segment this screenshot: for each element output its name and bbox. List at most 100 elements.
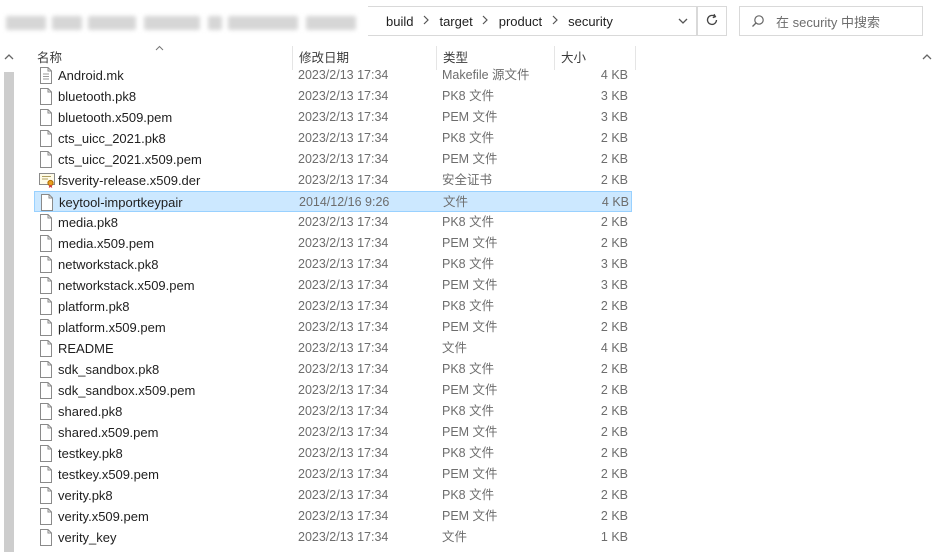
file-type: 文件 [442,341,468,355]
file-modified-date: 2023/2/13 17:34 [298,89,389,103]
table-row[interactable]: cts_uicc_2021.pk8 2023/2/13 17:34 PK8 文件 2 … [34,128,632,149]
table-row[interactable]: README 2023/2/13 17:34 文件 4 KB [34,338,632,359]
file-icon [39,319,55,336]
file-modified-date: 2023/2/13 17:34 [298,341,389,355]
table-row[interactable]: verity.pk8 2023/2/13 17:34 PK8 文件 2 KB [34,485,632,506]
table-row[interactable]: fsverity-release.x509.der 2023/2/13 17:34… [34,170,632,191]
file-size: 3 KB [600,110,628,124]
file-name: shared.pk8 [58,404,123,419]
file-modified-date: 2023/2/13 17:34 [298,299,389,313]
file-type: 安全证书 [442,173,493,187]
table-row[interactable]: bluetooth.pk8 2023/2/13 17:34 PK8 文件 3 KB [34,86,632,107]
file-list-scrollbar[interactable] [918,44,935,552]
file-icon [39,529,55,546]
file-modified-date: 2023/2/13 17:34 [298,131,389,145]
breadcrumb-target[interactable]: target [437,14,474,29]
navigation-pane-scrollbar[interactable] [0,44,18,552]
table-row[interactable]: Android.mk 2023/2/13 17:34 Makefile 源文件 4 K… [34,65,632,86]
file-type: PEM 文件 [442,383,498,397]
table-row[interactable]: sdk_sandbox.x509.pem 2023/2/13 17:34 PEM 文… [34,380,632,401]
navigation-bar: build target product security 在 security… [0,0,935,42]
table-row[interactable]: media.x509.pem 2023/2/13 17:34 PEM 文件 2 KB [34,233,632,254]
file-size: 2 KB [600,467,628,481]
breadcrumb: build target product security [384,7,615,35]
file-type: PK8 文件 [442,299,495,313]
file-icon [39,214,55,231]
chevron-right-icon[interactable] [415,14,437,28]
address-history-button[interactable] [670,7,696,35]
file-type: PEM 文件 [442,467,498,481]
table-row[interactable]: shared.pk8 2023/2/13 17:34 PK8 文件 2 KB [34,401,632,422]
file-name: media.x509.pem [58,236,155,251]
file-type: PK8 文件 [442,131,495,145]
file-modified-date: 2023/2/13 17:34 [298,215,389,229]
file-size: 2 KB [600,152,628,166]
file-name: testkey.pk8 [58,446,123,461]
search-input[interactable]: 在 security 中搜索 [739,6,923,36]
file-size: 2 KB [600,488,628,502]
breadcrumb-security[interactable]: security [566,14,615,29]
chevron-right-icon[interactable] [475,14,497,28]
table-row[interactable]: verity.x509.pem 2023/2/13 17:34 PEM 文件 2 KB [34,506,632,527]
file-type: Makefile 源文件 [442,68,530,82]
breadcrumb-build[interactable]: build [384,14,415,29]
file-type: PEM 文件 [442,236,498,250]
file-icon [39,88,55,105]
breadcrumb-product[interactable]: product [497,14,544,29]
file-name: fsverity-release.x509.der [58,173,201,188]
table-row[interactable]: platform.pk8 2023/2/13 17:34 PK8 文件 2 KB [34,296,632,317]
file-size: 2 KB [600,404,628,418]
file-icon [39,466,55,483]
file-icon [40,194,56,211]
table-row[interactable]: media.pk8 2023/2/13 17:34 PK8 文件 2 KB [34,212,632,233]
file-type: PEM 文件 [442,278,498,292]
file-modified-date: 2014/12/16 9:26 [299,195,390,209]
refresh-icon [705,13,719,30]
table-row[interactable]: networkstack.x509.pem 2023/2/13 17:34 PEM … [34,275,632,296]
file-type: PK8 文件 [442,488,495,502]
file-modified-date: 2023/2/13 17:34 [298,509,389,523]
file-name: testkey.x509.pem [58,467,159,482]
column-divider[interactable] [635,46,636,70]
file-size: 4 KB [600,68,628,82]
file-icon [39,340,55,357]
file-size: 2 KB [600,362,628,376]
address-bar[interactable]: build target product security [368,6,697,36]
file-name: media.pk8 [58,215,118,230]
file-size: 4 KB [601,195,629,209]
scrollbar-thumb[interactable] [4,72,14,552]
refresh-button[interactable] [697,6,727,36]
file-modified-date: 2023/2/13 17:34 [298,68,389,82]
file-icon [39,256,55,273]
file-modified-date: 2023/2/13 17:34 [298,362,389,376]
file-icon [39,277,55,294]
scroll-up-arrow-icon[interactable] [4,49,14,63]
table-row[interactable]: verity_key 2023/2/13 17:34 文件 1 KB [34,527,632,548]
file-type: PK8 文件 [442,257,495,271]
file-name: verity.pk8 [58,488,113,503]
table-row-selected[interactable]: keytool-importkeypair 2014/12/16 9:26 文件 4 … [34,191,632,212]
file-size: 4 KB [600,341,628,355]
file-size: 3 KB [600,278,628,292]
file-type: 文件 [443,195,469,209]
scroll-up-arrow-icon[interactable] [922,49,932,63]
table-row[interactable]: bluetooth.x509.pem 2023/2/13 17:34 PEM 文件 3… [34,107,632,128]
table-row[interactable]: sdk_sandbox.pk8 2023/2/13 17:34 PK8 文件 2 KB [34,359,632,380]
file-type: PK8 文件 [442,362,495,376]
file-type: PK8 文件 [442,404,495,418]
file-name: sdk_sandbox.pk8 [58,362,160,377]
chevron-right-icon[interactable] [544,14,566,28]
file-name: networkstack.x509.pem [58,278,195,293]
table-row[interactable]: platform.x509.pem 2023/2/13 17:34 PEM 文件 2 … [34,317,632,338]
file-modified-date: 2023/2/13 17:34 [298,278,389,292]
file-name: README [58,341,114,356]
table-row[interactable]: cts_uicc_2021.x509.pem 2023/2/13 17:34 PEM… [34,149,632,170]
table-row[interactable]: networkstack.pk8 2023/2/13 17:34 PK8 文件 3 K… [34,254,632,275]
file-type: PEM 文件 [442,152,498,166]
file-size: 3 KB [600,257,628,271]
certificate-icon [39,172,55,189]
table-row[interactable]: shared.x509.pem 2023/2/13 17:34 PEM 文件 2 KB [34,422,632,443]
table-row[interactable]: testkey.x509.pem 2023/2/13 17:34 PEM 文件 2 K… [34,464,632,485]
table-row[interactable]: testkey.pk8 2023/2/13 17:34 PK8 文件 2 KB [34,443,632,464]
file-list: Android.mk 2023/2/13 17:34 Makefile 源文件 4 K… [34,65,634,552]
